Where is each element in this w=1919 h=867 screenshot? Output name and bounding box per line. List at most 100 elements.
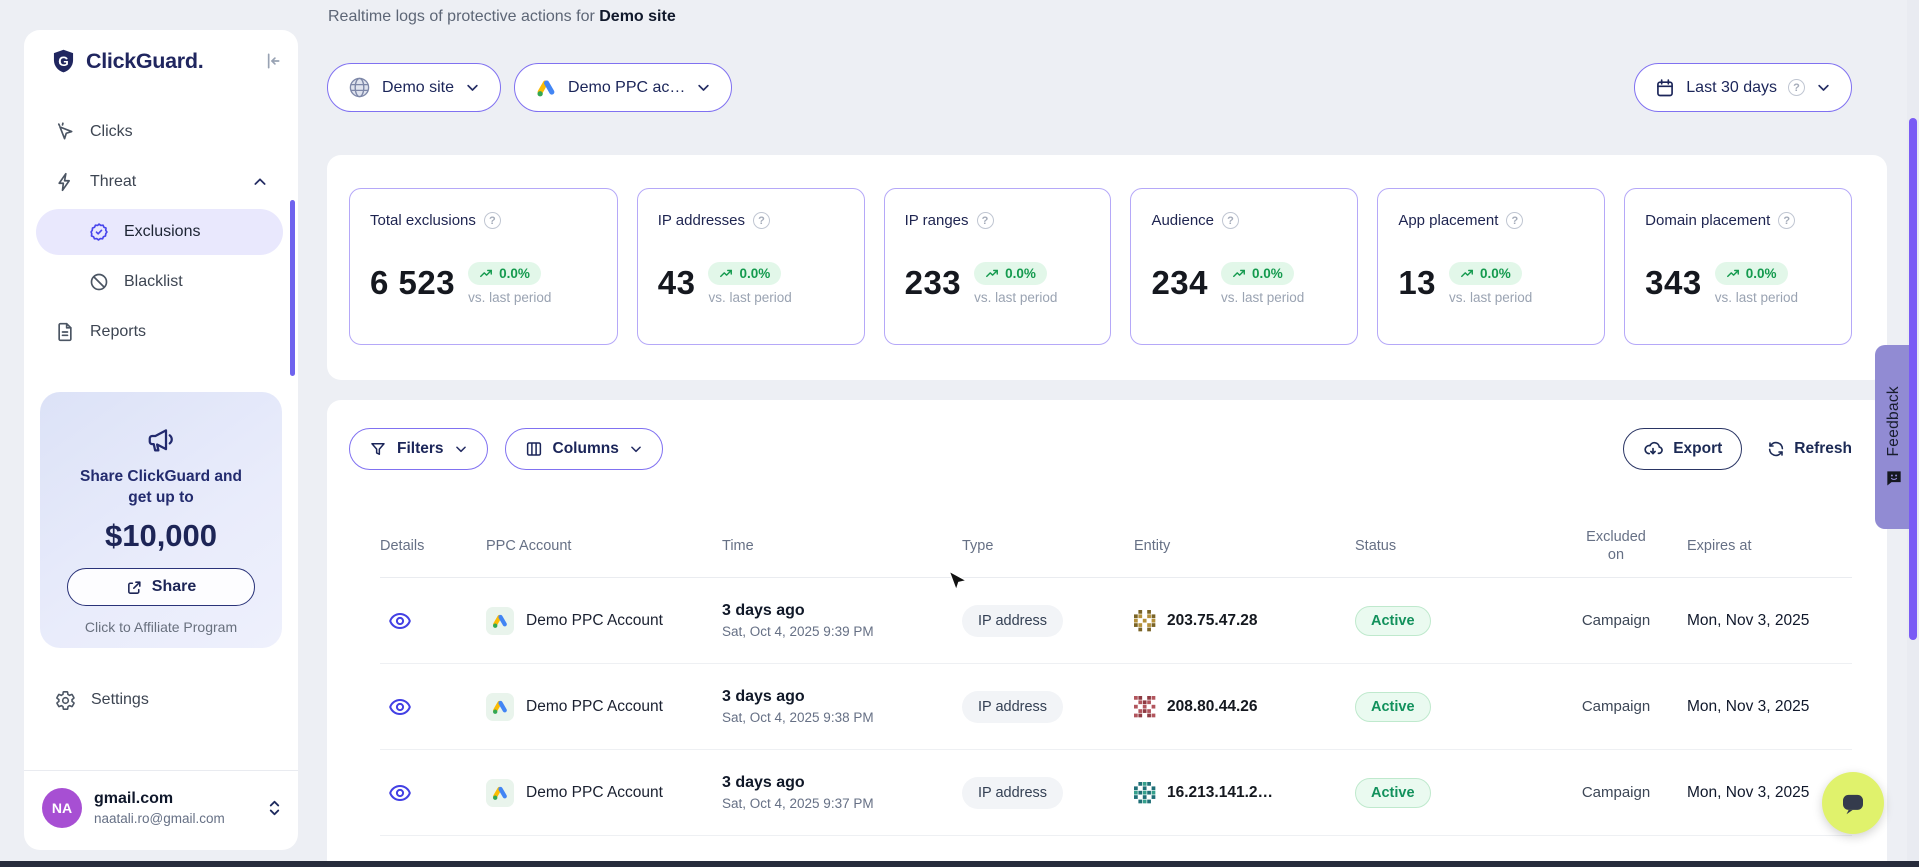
sidebar-item-blacklist[interactable]: Blacklist [24, 259, 298, 305]
share-button-label: Share [152, 578, 196, 596]
trend-badge: 0.0% [1715, 262, 1788, 285]
view-details-eye-icon[interactable] [388, 781, 412, 805]
help-icon[interactable] [977, 212, 994, 229]
share-button[interactable]: Share [67, 568, 254, 606]
google-ads-icon [486, 607, 514, 635]
time-full: Sat, Oct 4, 2025 9:38 PM [722, 708, 962, 727]
table-row[interactable]: Demo PPC Account 3 days ago Sat, Oct 4, … [380, 664, 1852, 750]
time-full: Sat, Oct 4, 2025 9:37 PM [722, 794, 962, 813]
sidebar-item-clicks[interactable]: Clicks [24, 109, 298, 155]
google-ads-icon [486, 779, 514, 807]
svg-text:G: G [58, 53, 69, 68]
stat-label: Audience [1151, 212, 1214, 229]
site-selector[interactable]: Demo site [327, 63, 501, 112]
chevron-down-icon [1816, 80, 1831, 95]
account-switcher[interactable]: NA gmail.com naatali.ro@gmail.com [42, 782, 282, 834]
ppc-account-selector-value: Demo PPC ac… [568, 79, 685, 97]
col-time: Time [722, 538, 962, 554]
gear-icon [55, 690, 76, 711]
filters-button[interactable]: Filters [349, 428, 488, 470]
trend-value: 0.0% [499, 266, 530, 281]
ppc-account-name: Demo PPC Account [526, 612, 663, 630]
sidebar-item-settings[interactable]: Settings [24, 677, 298, 723]
refresh-button[interactable]: Refresh [1767, 440, 1852, 458]
view-details-eye-icon[interactable] [388, 695, 412, 719]
col-expires-at: Expires at [1687, 538, 1852, 554]
trend-badge: 0.0% [468, 262, 541, 285]
export-button-label: Export [1673, 440, 1722, 458]
sidebar: G ClickGuard. Clicks Threat [24, 30, 298, 850]
sidebar-scrollbar[interactable] [290, 200, 295, 376]
feedback-label: Feedback [1885, 386, 1903, 456]
sidebar-divider [24, 770, 298, 771]
columns-icon [525, 440, 543, 458]
refresh-icon [1767, 440, 1785, 458]
ppc-account-name: Demo PPC Account [526, 784, 663, 802]
cloud-download-icon [1643, 439, 1663, 459]
trend-value: 0.0% [1746, 266, 1777, 281]
sidebar-item-reports[interactable]: Reports [24, 309, 298, 355]
view-details-eye-icon[interactable] [388, 609, 412, 633]
entity-value: 203.75.47.28 [1167, 612, 1258, 630]
stat-label: IP ranges [905, 212, 969, 229]
promo-text-line2: get up to [52, 487, 270, 508]
sidebar-item-threat[interactable]: Threat [24, 159, 298, 205]
stat-label: Total exclusions [370, 212, 476, 229]
trending-up-icon [1460, 267, 1474, 281]
excluded-on-value: Campaign [1545, 698, 1687, 715]
page-subtitle-site: Demo site [599, 8, 675, 25]
settings-label: Settings [91, 691, 149, 709]
trend-badge: 0.0% [1449, 262, 1522, 285]
up-down-chevrons-icon[interactable] [267, 798, 282, 818]
stat-tile: IP addresses 43 0.0% vs. last period [637, 188, 865, 345]
trend-badge: 0.0% [974, 262, 1047, 285]
trending-up-icon [1232, 267, 1246, 281]
excluded-on-value: Campaign [1545, 784, 1687, 801]
help-icon[interactable] [1222, 212, 1239, 229]
type-badge: IP address [962, 691, 1063, 723]
nav-label: Reports [90, 323, 146, 341]
calendar-icon [1655, 78, 1675, 98]
help-icon[interactable] [1506, 212, 1523, 229]
stat-caption: vs. last period [1221, 290, 1304, 305]
page-subtitle-text: Realtime logs of protective actions for [328, 8, 595, 25]
affiliate-promo-card[interactable]: Share ClickGuard and get up to $10,000 S… [40, 392, 282, 648]
stat-value: 233 [905, 264, 962, 302]
nav-label: Blacklist [124, 273, 183, 291]
stat-value: 6 523 [370, 264, 455, 302]
google-ads-icon [486, 693, 514, 721]
chat-launcher-button[interactable] [1822, 772, 1884, 834]
sidebar-item-exclusions[interactable]: Exclusions [36, 209, 283, 255]
promo-caption: Click to Affiliate Program [52, 619, 270, 635]
page-scrollbar-thumb[interactable] [1909, 118, 1917, 640]
collapse-sidebar-icon[interactable] [262, 51, 282, 71]
chevron-up-icon[interactable] [252, 174, 268, 190]
columns-button[interactable]: Columns [505, 428, 663, 470]
export-button[interactable]: Export [1623, 428, 1742, 470]
col-excluded-on: Excluded on [1577, 528, 1655, 564]
table-row[interactable]: Demo PPC Account 3 days ago Sat, Oct 4, … [380, 578, 1852, 664]
chevron-down-icon [696, 80, 711, 95]
help-icon[interactable] [1778, 212, 1795, 229]
table-row[interactable]: Demo PPC Account 3 days ago Sat, Oct 4, … [380, 750, 1852, 836]
stat-caption: vs. last period [1715, 290, 1798, 305]
help-icon[interactable] [753, 212, 770, 229]
trend-badge: 0.0% [1221, 262, 1294, 285]
site-selector-value: Demo site [382, 79, 454, 97]
col-entity: Entity [1134, 538, 1355, 554]
date-range-selector[interactable]: Last 30 days [1634, 63, 1852, 112]
trend-value: 0.0% [1480, 266, 1511, 281]
badge-check-icon [89, 222, 109, 242]
entity-identicon [1134, 782, 1156, 804]
stat-tile: Audience 234 0.0% vs. last period [1130, 188, 1358, 345]
help-icon[interactable] [1788, 79, 1805, 96]
help-icon[interactable] [484, 212, 501, 229]
expires-at-value: Mon, Nov 3, 2025 [1687, 698, 1852, 716]
feedback-tab[interactable]: Feedback [1875, 345, 1912, 529]
promo-text-line1: Share ClickGuard and [52, 466, 270, 487]
ppc-account-selector[interactable]: Demo PPC ac… [514, 63, 732, 112]
stat-tile: IP ranges 233 0.0% vs. last period [884, 188, 1112, 345]
stats-row: Total exclusions 6 523 0.0% vs. last per… [327, 155, 1887, 380]
time-relative: 3 days ago [722, 772, 962, 794]
click-cursor-icon [55, 122, 75, 142]
